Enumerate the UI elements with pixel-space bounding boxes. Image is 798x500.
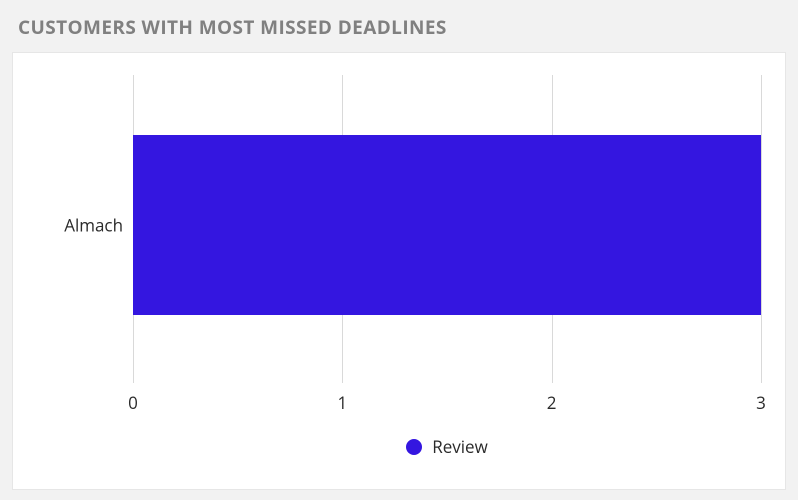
x-tick-label: 0 <box>128 391 138 414</box>
legend: Review <box>133 435 761 458</box>
x-tick-label: 2 <box>547 391 557 414</box>
bar-review-almach <box>133 135 761 315</box>
chart-wrap: Almach 0 1 2 3 Review <box>27 75 761 477</box>
x-tick-label: 3 <box>756 391 766 414</box>
bar-row <box>133 135 761 315</box>
chart-title: CUSTOMERS WITH MOST MISSED DEADLINES <box>18 14 786 40</box>
legend-swatch-icon <box>406 439 422 455</box>
x-tick-label: 1 <box>337 391 347 414</box>
y-tick-label: Almach <box>64 214 123 237</box>
plot-area <box>133 75 761 375</box>
grid-line <box>761 75 762 383</box>
chart-card: Almach 0 1 2 3 Review <box>12 52 786 490</box>
y-axis-labels: Almach <box>27 75 123 375</box>
x-axis: 0 1 2 3 <box>133 391 761 415</box>
legend-label: Review <box>432 435 488 458</box>
